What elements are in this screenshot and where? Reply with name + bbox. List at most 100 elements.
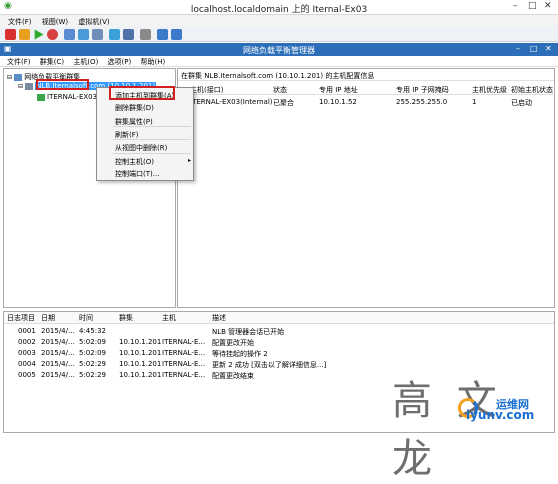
vm-menu-vm[interactable]: 虚拟机(V) <box>78 17 109 27</box>
log-cluster: 10.10.1.201 <box>119 360 162 368</box>
log-row[interactable]: 0002 2015/4/... 5:02:09 10.10.1.201 ITER… <box>4 337 554 348</box>
vm-menu-file[interactable]: 文件(F) <box>8 17 32 27</box>
log-col-host[interactable]: 主机 <box>162 313 176 323</box>
fullscreen-icon[interactable] <box>157 29 168 40</box>
vm-title: localhost.localdomain 上的 Iternal-Ex03 <box>190 5 368 15</box>
log-entry: 0001 <box>18 327 36 335</box>
manage-snapshot-icon[interactable] <box>92 29 103 40</box>
col-ip[interactable]: 专用 IP 地址 <box>319 85 358 95</box>
nlb-title-bar: ▣ 网络负载平衡管理器 – □ ✕ <box>0 43 558 56</box>
log-col-description[interactable]: 描述 <box>212 313 226 323</box>
log-time: 5:02:09 <box>79 349 106 357</box>
log-host: ITERNAL-E... <box>162 338 206 346</box>
log-description: 更新 2 成功 [双击以了解详细信息...] <box>212 361 327 369</box>
console-icon[interactable] <box>109 29 120 40</box>
col-status[interactable]: 状态 <box>273 85 287 95</box>
log-host: ITERNAL-E... <box>162 371 206 379</box>
tree-host[interactable]: ITERNAL-EX03( <box>37 93 100 101</box>
nlb-menu-help[interactable]: 帮助(H) <box>140 57 165 67</box>
close-icon[interactable]: ✕ <box>544 1 552 11</box>
column-headers: 主机(接口) 状态 专用 IP 地址 专用 IP 子网掩码 主机优先级 初始主机… <box>178 83 554 95</box>
log-time: 4:45:32 <box>79 327 106 335</box>
submenu-arrow-icon: ▸ <box>188 157 192 164</box>
col-mask[interactable]: 专用 IP 子网掩码 <box>396 85 449 95</box>
log-date: 2015/4/... <box>41 371 75 379</box>
pause-icon[interactable] <box>19 29 30 40</box>
log-date: 2015/4/... <box>41 327 75 335</box>
log-host: ITERNAL-E... <box>162 349 206 357</box>
log-date: 2015/4/... <box>41 338 75 346</box>
log-date: 2015/4/... <box>41 349 75 357</box>
log-cluster: 10.10.1.201 <box>119 338 162 346</box>
nlb-menu-host[interactable]: 主机(O) <box>73 57 98 67</box>
log-date: 2015/4/... <box>41 360 75 368</box>
cell-status: 已聚合 <box>273 99 294 107</box>
collapse-icon[interactable]: ⊟ <box>7 74 12 81</box>
cell-ip: 10.10.1.52 <box>319 98 357 106</box>
nlb-menu-cluster[interactable]: 群集(C) <box>40 57 64 67</box>
log-entry: 0004 <box>18 360 36 368</box>
nlb-title: 网络负载平衡管理器 <box>243 46 315 55</box>
context-menu: 添加主机到群集(A) 删除群集(D) 群集属性(P) 刷新(F) 从视图中删除(… <box>96 87 194 181</box>
nlb-menu-file[interactable]: 文件(F) <box>7 57 31 67</box>
nlb-close-icon[interactable]: ✕ <box>545 44 552 53</box>
cell-host[interactable]: ITERNAL-EX03(Internal) <box>190 98 273 106</box>
col-initial-state[interactable]: 初始主机状态 <box>511 85 553 95</box>
log-time: 5:02:29 <box>79 371 106 379</box>
log-row[interactable]: 0003 2015/4/... 5:02:09 10.10.1.201 ITER… <box>4 348 554 359</box>
nlb-maximize-icon[interactable]: □ <box>530 44 538 53</box>
watermark-text: 高 文 龙 <box>392 378 503 482</box>
menu-remove-from-view[interactable]: 从视图中删除(R) <box>115 143 167 153</box>
vm-title-bar: ◉ localhost.localdomain 上的 Iternal-Ex03 … <box>0 0 558 15</box>
log-cluster: 10.10.1.201 <box>119 371 162 379</box>
host-config-pane: 在群集 NLB.Iternalsoft.com (10.10.1.201) 的主… <box>177 68 555 308</box>
log-description: 配置更改开始 <box>212 339 254 347</box>
pane-header: 在群集 NLB.Iternalsoft.com (10.10.1.201) 的主… <box>178 69 554 81</box>
send-keys-icon[interactable] <box>123 29 134 40</box>
log-host: ITERNAL-E... <box>162 360 206 368</box>
watermark-logo-text: iyunv.com <box>466 408 535 422</box>
nlb-minimize-icon[interactable]: – <box>516 44 520 53</box>
settings-icon[interactable] <box>140 29 151 40</box>
stop-icon[interactable] <box>5 29 16 40</box>
log-col-entry[interactable]: 日志项目 <box>7 313 35 323</box>
collapse-icon[interactable]: ⊟ <box>18 83 23 90</box>
vm-menu-view[interactable]: 视图(W) <box>42 17 68 27</box>
usb-icon[interactable] <box>171 29 182 40</box>
menu-delete-cluster[interactable]: 删除群集(D) <box>115 103 154 113</box>
log-col-cluster[interactable]: 群集 <box>119 313 133 323</box>
menu-separator <box>113 139 191 140</box>
log-description: NLB 管理器会话已开始 <box>212 328 285 336</box>
reset-icon[interactable] <box>47 29 58 40</box>
minimize-icon[interactable]: – <box>513 1 518 11</box>
log-row[interactable]: 0001 2015/4/... 4:45:32 NLB 管理器会话已开始 <box>4 326 554 337</box>
vm-menubar: 文件(F) 视图(W) 虚拟机(V) <box>0 15 558 27</box>
log-col-time[interactable]: 时间 <box>79 313 93 323</box>
log-headers: 日志项目 日期 时间 群集 主机 描述 <box>4 312 554 324</box>
tree-host-label: ITERNAL-EX03( <box>47 93 100 101</box>
cell-priority: 1 <box>472 98 477 106</box>
vm-toolbar <box>0 27 558 42</box>
log-description: 等待挂起的操作 2 <box>212 350 268 358</box>
menu-control-hosts[interactable]: 控制主机(O) <box>115 157 154 167</box>
log-entry: 0005 <box>18 371 36 379</box>
play-icon[interactable] <box>34 29 44 40</box>
col-priority[interactable]: 主机优先级 <box>472 85 507 95</box>
cluster-icon <box>25 82 34 90</box>
snapshot-icon[interactable] <box>64 29 75 40</box>
maximize-icon[interactable]: □ <box>528 1 537 11</box>
log-col-date[interactable]: 日期 <box>41 313 55 323</box>
nlb-menu-options[interactable]: 选项(P) <box>108 57 132 67</box>
highlight-add-host-box <box>109 86 175 100</box>
log-description: 配置更改结束 <box>212 372 254 380</box>
highlight-cluster-box <box>36 79 89 90</box>
menu-control-ports[interactable]: 控制端口(T)... <box>115 169 159 179</box>
log-time: 5:02:29 <box>79 360 106 368</box>
log-entry: 0002 <box>18 338 36 346</box>
col-host[interactable]: 主机(接口) <box>190 85 223 95</box>
nlb-root-icon <box>14 73 23 81</box>
cell-initial-state: 已启动 <box>511 99 532 107</box>
cell-mask: 255.255.255.0 <box>396 98 448 106</box>
log-entry: 0003 <box>18 349 36 357</box>
revert-icon[interactable] <box>78 29 89 40</box>
